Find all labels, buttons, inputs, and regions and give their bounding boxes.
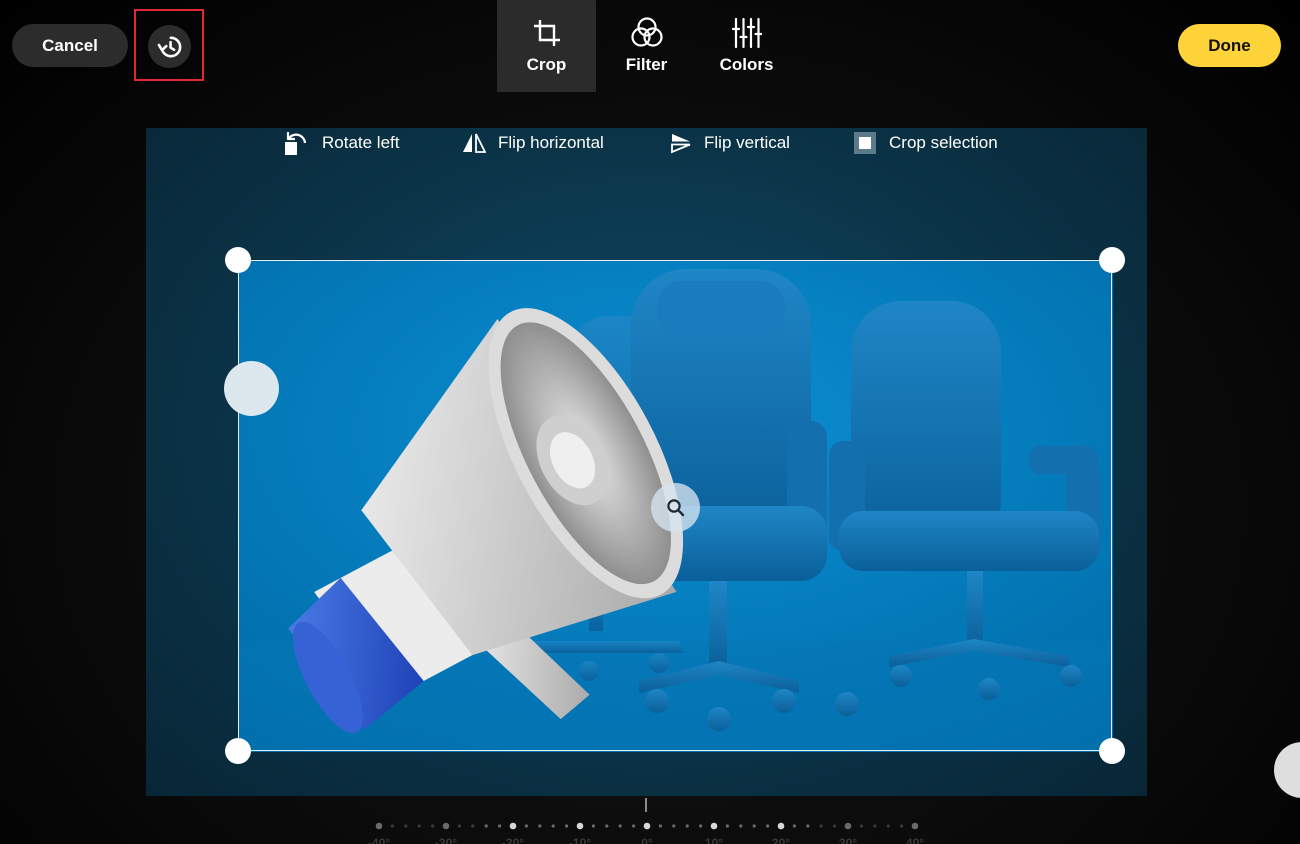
dial-label: 40° <box>905 836 925 844</box>
dial-major-tick <box>509 822 517 830</box>
crop-handle-top-left[interactable] <box>225 247 251 273</box>
tab-colors[interactable]: Colors <box>697 0 796 92</box>
dial-major-tick <box>844 822 852 830</box>
dial-minor-tick <box>672 824 676 828</box>
dial-label: -40° <box>367 836 391 844</box>
dial-major-tick <box>442 822 450 830</box>
magnifier-icon <box>666 498 684 516</box>
dial-minor-tick <box>739 824 743 828</box>
done-button[interactable]: Done <box>1178 24 1281 67</box>
dial-minor-tick <box>766 824 770 828</box>
dial-minor-tick <box>551 824 555 828</box>
rotate-left-icon <box>285 132 307 155</box>
crop-selection-icon <box>854 132 876 154</box>
sliders-icon <box>731 17 762 49</box>
flip-vertical-icon <box>671 134 691 154</box>
crop-selection-label: Crop selection <box>889 133 998 152</box>
flip-horizontal-label: Flip horizontal <box>498 133 604 152</box>
tab-colors-label: Colors <box>719 55 774 74</box>
crop-icon <box>533 20 560 46</box>
dial-minor-tick <box>498 824 502 828</box>
dial-minor-tick <box>591 824 595 828</box>
dial-minor-tick <box>886 824 890 828</box>
dial-minor-tick <box>699 824 703 828</box>
dial-minor-tick <box>417 824 421 828</box>
dial-label: 30° <box>838 836 858 844</box>
dial-minor-tick <box>900 824 904 828</box>
dial-major-tick <box>710 822 718 830</box>
dial-minor-tick <box>431 824 435 828</box>
scroll-knob[interactable] <box>1274 742 1300 798</box>
editor-canvas: Rotate left Flip horizontal Flip vertica… <box>146 128 1147 796</box>
flip-horizontal-button[interactable]: Flip horizontal <box>462 128 604 158</box>
dial-minor-tick <box>390 824 394 828</box>
transform-toolbar: Rotate left Flip horizontal Flip vertica… <box>146 128 1147 158</box>
dial-label: -10° <box>568 836 592 844</box>
dial-major-tick <box>777 822 785 830</box>
dial-minor-tick <box>752 824 756 828</box>
dial-major-tick <box>911 822 919 830</box>
tab-filter[interactable]: Filter <box>597 0 696 92</box>
filter-icon <box>630 17 663 47</box>
dial-minor-tick <box>605 824 609 828</box>
side-drag-knob[interactable] <box>224 361 279 416</box>
dial-label: 0° <box>641 836 653 844</box>
dial-minor-tick <box>404 824 408 828</box>
cancel-button[interactable]: Cancel <box>12 24 128 67</box>
tab-crop-label: Crop <box>526 55 567 74</box>
flip-vertical-button[interactable]: Flip vertical <box>670 128 790 158</box>
dial-minor-tick <box>524 824 528 828</box>
dial-minor-tick <box>806 824 810 828</box>
dial-minor-tick <box>565 824 569 828</box>
dial-minor-tick <box>471 824 475 828</box>
crop-handle-bottom-right[interactable] <box>1099 738 1125 764</box>
dial-minor-tick <box>873 824 877 828</box>
dial-minor-tick <box>618 824 622 828</box>
history-highlight-box <box>134 9 204 81</box>
dial-label: -20° <box>501 836 525 844</box>
zoom-button[interactable] <box>651 483 700 532</box>
flip-vertical-label: Flip vertical <box>704 133 790 152</box>
dial-minor-tick <box>632 824 636 828</box>
dial-minor-tick <box>457 824 461 828</box>
tab-crop[interactable]: Crop <box>497 0 596 92</box>
dial-label: -30° <box>434 836 458 844</box>
dial-minor-tick <box>538 824 542 828</box>
crop-handle-bottom-left[interactable] <box>225 738 251 764</box>
tab-filter-label: Filter <box>625 55 668 74</box>
dial-minor-tick <box>859 824 863 828</box>
dial-major-tick <box>643 822 651 830</box>
dial-major-tick <box>375 822 383 830</box>
flip-horizontal-icon <box>463 133 486 153</box>
dial-minor-tick <box>484 824 488 828</box>
dial-minor-tick <box>658 824 662 828</box>
dial-minor-tick <box>792 824 796 828</box>
dial-label: 10° <box>704 836 724 844</box>
crop-handle-top-right[interactable] <box>1099 247 1125 273</box>
crop-selection-button[interactable]: Crop selection <box>853 128 998 158</box>
dial-major-tick <box>576 822 584 830</box>
rotate-left-button[interactable]: Rotate left <box>284 128 400 158</box>
dial-minor-tick <box>833 824 837 828</box>
rotate-left-label: Rotate left <box>322 133 400 152</box>
dial-minor-tick <box>725 824 729 828</box>
image-editor: Cancel Crop Filter Colors Done Rotate le… <box>0 0 1300 844</box>
dial-minor-tick <box>819 824 823 828</box>
dial-minor-tick <box>685 824 689 828</box>
dial-label: 20° <box>771 836 791 844</box>
